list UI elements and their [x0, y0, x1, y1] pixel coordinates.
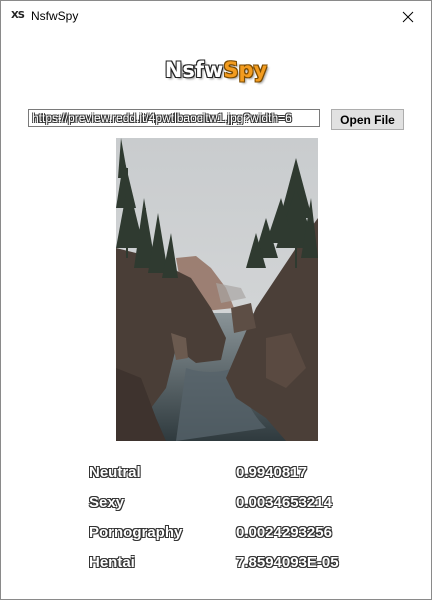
title-bar[interactable]: XS NsfwSpy — [1, 1, 431, 32]
result-label: Hentai — [89, 554, 135, 571]
window-title: NsfwSpy — [31, 9, 79, 23]
result-label: Pornography — [89, 524, 183, 541]
result-row-neutral: Neutral 0.9940817 — [1, 463, 431, 483]
close-button[interactable] — [385, 1, 431, 32]
coastal-cliffs-photo — [116, 138, 318, 441]
result-value: 7.8594093E-05 — [236, 554, 339, 571]
logo-text-spy: Spy — [223, 58, 268, 82]
logo-text-nsfw: Nsfw — [164, 58, 224, 82]
app-icon: XS — [11, 10, 25, 21]
preview-image — [116, 138, 318, 441]
result-value: 0.9940817 — [236, 464, 307, 481]
result-label: Sexy — [89, 494, 125, 511]
result-row-hentai: Hentai 7.8594093E-05 — [1, 553, 431, 573]
open-file-button[interactable]: Open File — [331, 109, 404, 130]
app-logo: NsfwSpy — [1, 58, 431, 82]
result-row-sexy: Sexy 0.0034653214 — [1, 493, 431, 513]
url-input[interactable] — [28, 109, 320, 127]
result-value: 0.0024293256 — [236, 524, 332, 541]
result-row-pornography: Pornography 0.0024293256 — [1, 523, 431, 543]
app-window: XS NsfwSpy NsfwSpy Open File — [0, 0, 432, 600]
result-value: 0.0034653214 — [236, 494, 332, 511]
result-label: Neutral — [89, 464, 141, 481]
close-icon — [402, 11, 414, 22]
